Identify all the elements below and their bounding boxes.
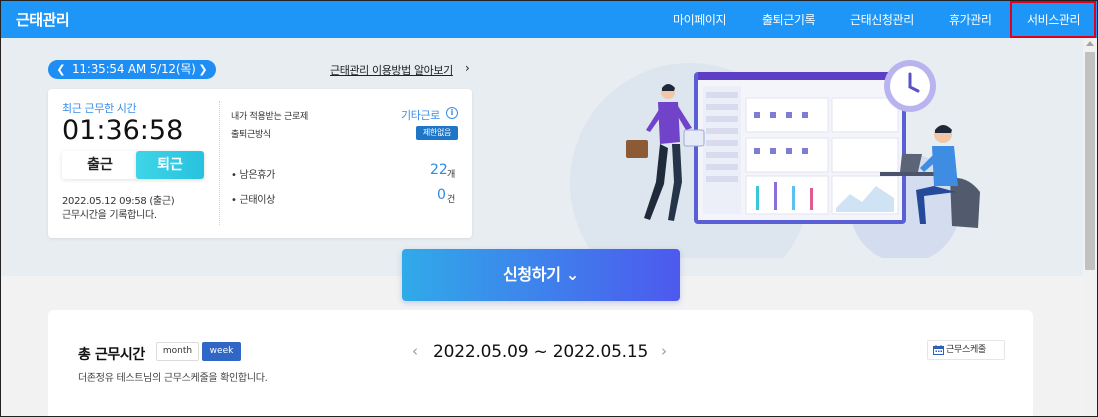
- chevron-right-icon[interactable]: ❯: [196, 60, 210, 79]
- apply-request-button[interactable]: 신청하기 ⌄: [402, 249, 680, 301]
- remaining-leave-value[interactable]: 22: [430, 162, 448, 178]
- work-schedule-button[interactable]: 근무스케줄: [927, 340, 1005, 360]
- attendance-status-card: 최근 근무한 시간 01:36:58 출근 퇴근 2022.05.12 09:5…: [48, 89, 472, 238]
- applied-work-system-label: 내가 적용받는 근로제: [231, 112, 308, 122]
- clock-illustration: [884, 60, 936, 112]
- top-nav: 근태관리 마이페이지 출퇴근기록 근태신청관리 휴가관리 서비스관리: [0, 0, 1098, 38]
- scrollbar-thumb[interactable]: [1085, 52, 1095, 270]
- attendance-anomaly-unit: 건: [447, 195, 456, 205]
- tab-month[interactable]: month: [156, 342, 199, 361]
- previous-week-icon[interactable]: ‹: [412, 342, 418, 360]
- restriction-badge: 제한없음: [416, 126, 458, 140]
- chevron-left-icon[interactable]: ❮: [54, 60, 68, 79]
- total-work-hours-title: 총 근무시간: [78, 347, 145, 363]
- calendar-icon: [933, 345, 944, 355]
- work-schedule-label: 근무스케줄: [946, 345, 986, 355]
- clock-out-button[interactable]: 퇴근: [136, 151, 204, 179]
- clock-in-button[interactable]: 출근: [62, 151, 138, 179]
- other-work-label: 기타근로: [401, 109, 440, 122]
- card-divider: [219, 101, 220, 225]
- nav-item-attendance-record[interactable]: 출퇴근기록: [762, 11, 816, 28]
- work-hours-summary-card: 총 근무시간 month week 더존정유 테스트님의 근무스케줄을 확인합니…: [48, 310, 1033, 417]
- nav-item-leave[interactable]: 휴가관리: [949, 11, 992, 28]
- recent-work-label: 최근 근무한 시간: [62, 102, 137, 115]
- recent-work-time: 01:36:58: [62, 115, 184, 146]
- last-punch-record: 2022.05.12 09:58 (출근): [62, 196, 175, 207]
- remaining-leave-unit: 개: [447, 170, 456, 180]
- tab-week[interactable]: week: [202, 342, 241, 361]
- current-datetime: 11:35:54 AM 5/12(목): [72, 62, 196, 76]
- usage-guide-link[interactable]: 근태관리 이용방법 알아보기: [330, 62, 453, 78]
- schedule-subtitle: 더존정유 테스트님의 근무스케줄을 확인합니다.: [78, 373, 268, 384]
- punch-description: 근무시간을 기록합니다.: [62, 210, 157, 221]
- nav-item-highlight-box: [1010, 1, 1096, 38]
- nav-item-mypage[interactable]: 마이페이지: [673, 11, 727, 28]
- attendance-anomaly-label: • 근태이상: [231, 195, 276, 206]
- date-range: 2022.05.09 ~ 2022.05.15: [433, 342, 649, 362]
- dashboard-screen-illustration: [694, 72, 906, 224]
- current-time-pill: ❮ 11:35:54 AM 5/12(목) ❯: [48, 60, 216, 79]
- commute-method-label: 출퇴근방식: [231, 130, 271, 140]
- guide-chevron-icon[interactable]: ›: [465, 61, 470, 75]
- attendance-anomaly-value[interactable]: 0: [437, 187, 446, 203]
- next-week-icon[interactable]: ›: [661, 342, 667, 360]
- info-icon[interactable]: i: [446, 107, 458, 119]
- nav-item-attendance-request[interactable]: 근태신청관리: [850, 11, 914, 28]
- app-title[interactable]: 근태관리: [16, 9, 70, 30]
- office-illustration: [570, 60, 980, 258]
- scroll-up-icon[interactable]: [1086, 41, 1094, 46]
- remaining-leave-label: • 남은휴가: [231, 170, 276, 181]
